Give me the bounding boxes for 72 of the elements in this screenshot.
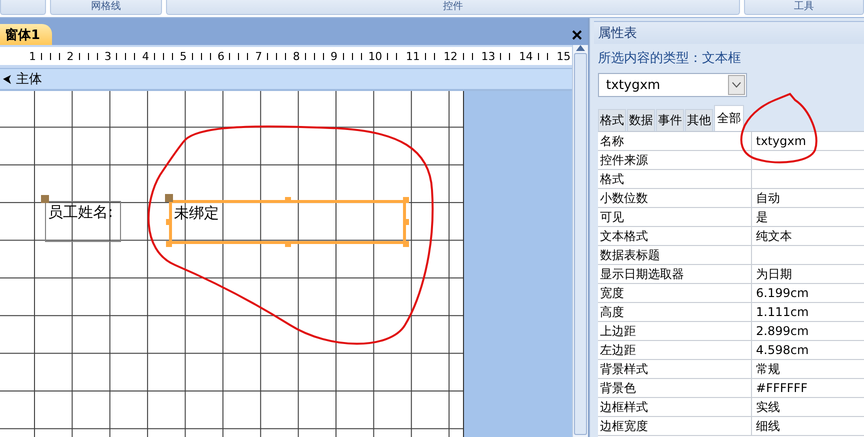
property-value[interactable]: 1.111cm bbox=[751, 303, 864, 321]
ruler-number: 1 bbox=[29, 50, 36, 62]
ruler-number: 7 bbox=[255, 50, 262, 62]
property-name: 名称 bbox=[599, 133, 625, 150]
document-tab[interactable]: 窗体1 bbox=[0, 24, 52, 45]
ruler-number: 3 bbox=[104, 50, 112, 62]
property-tab[interactable]: 事件 bbox=[656, 109, 684, 131]
property-value[interactable]: #FFFFFF bbox=[751, 379, 864, 397]
ribbon-group-label: 控件 bbox=[166, 0, 740, 15]
ruler-number: 8 bbox=[292, 50, 300, 62]
close-icon[interactable] bbox=[572, 30, 582, 40]
property-name: 小数位数 bbox=[599, 190, 649, 207]
property-value[interactable]: 纯文本 bbox=[751, 227, 864, 245]
ruler-number: 6 bbox=[217, 50, 224, 62]
resize-handle[interactable] bbox=[403, 197, 409, 203]
ribbon-group-label: 网格线 bbox=[50, 0, 162, 15]
property-name: 边框样式 bbox=[599, 399, 649, 416]
move-handle[interactable] bbox=[41, 195, 49, 203]
property-value[interactable]: 为日期 bbox=[751, 265, 864, 283]
property-tab[interactable]: 格式 bbox=[598, 109, 626, 131]
property-name: 宽度 bbox=[599, 285, 625, 302]
ruler-number: 11 bbox=[406, 50, 420, 62]
property-tab[interactable]: 数据 bbox=[627, 109, 655, 131]
ruler-number: 9 bbox=[330, 50, 338, 62]
property-name: 背景色 bbox=[599, 380, 637, 397]
section-title: 主体 bbox=[16, 71, 42, 88]
property-name: 上边距 bbox=[599, 323, 637, 340]
vertical-scrollbar[interactable] bbox=[572, 45, 588, 437]
resize-handle[interactable] bbox=[284, 197, 290, 203]
property-value[interactable]: 6.199cm bbox=[751, 284, 864, 302]
move-handle[interactable] bbox=[165, 194, 173, 202]
property-name: 数据表标题 bbox=[599, 247, 661, 264]
resize-handle[interactable] bbox=[403, 241, 409, 247]
resize-handle[interactable] bbox=[166, 241, 172, 247]
chevron-down-icon bbox=[732, 82, 741, 88]
property-name: 格式 bbox=[599, 171, 625, 188]
property-value[interactable]: 2.899cm bbox=[751, 322, 864, 340]
property-name: 边框宽度 bbox=[599, 418, 649, 435]
ruler-number: 10 bbox=[368, 50, 382, 62]
property-value[interactable]: 细线 bbox=[751, 417, 864, 435]
object-dropdown[interactable]: txtygxm bbox=[598, 73, 747, 97]
ruler-number: 5 bbox=[180, 50, 187, 62]
property-name: 高度 bbox=[599, 304, 625, 321]
property-value[interactable]: 是 bbox=[751, 208, 864, 226]
property-name: 控件来源 bbox=[599, 152, 649, 169]
property-value[interactable]: 自动 bbox=[751, 189, 864, 207]
ruler-number: 13 bbox=[481, 50, 496, 62]
property-name: 可见 bbox=[599, 209, 625, 226]
ruler-number: 14 bbox=[518, 50, 533, 62]
ribbon-group bbox=[0, 0, 46, 15]
ruler-number: 12 bbox=[444, 50, 458, 62]
property-name: 左边距 bbox=[599, 342, 637, 359]
ruler-number: 4 bbox=[142, 50, 150, 62]
property-value[interactable]: 常规 bbox=[751, 360, 864, 378]
selection-type-label: 所选内容的类型：文本框 bbox=[597, 50, 742, 68]
panel-title: 属性表 bbox=[594, 21, 864, 44]
property-name: 显示日期选取器 bbox=[599, 266, 685, 283]
ruler-number: 2 bbox=[66, 50, 74, 62]
property-value[interactable]: txtygxm bbox=[751, 132, 864, 150]
property-tab[interactable]: 其他 bbox=[685, 109, 713, 131]
scroll-up-arrow-icon[interactable] bbox=[576, 45, 585, 51]
property-name: 背景样式 bbox=[599, 361, 649, 378]
property-tab[interactable]: 全部 bbox=[714, 105, 744, 131]
property-value[interactable]: 4.598cm bbox=[751, 341, 864, 359]
collapse-arrow-icon[interactable] bbox=[3, 74, 12, 84]
resize-handle[interactable] bbox=[166, 219, 172, 225]
resize-handle[interactable] bbox=[284, 241, 290, 247]
property-value[interactable]: 实线 bbox=[751, 398, 864, 416]
property-name: 文本格式 bbox=[599, 228, 649, 245]
ribbon-group-label: 工具 bbox=[744, 0, 864, 15]
ruler-number: 15 bbox=[556, 50, 571, 62]
resize-handle[interactable] bbox=[403, 219, 409, 225]
